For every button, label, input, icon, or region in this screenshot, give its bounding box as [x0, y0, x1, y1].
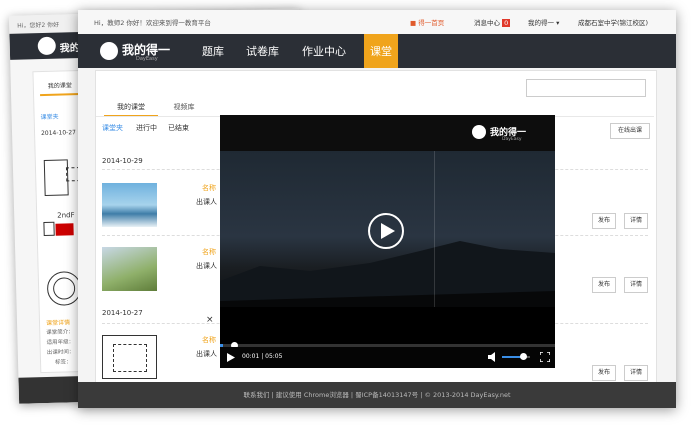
- home-link[interactable]: ■ 得一首页: [410, 17, 444, 27]
- back-detail-line-3: 出课时间：: [46, 349, 75, 356]
- video-split-line: [434, 151, 435, 307]
- back-date: 2014-10-27: [40, 129, 77, 138]
- nav-classroom[interactable]: 课堂: [364, 34, 398, 68]
- volume-track[interactable]: [502, 353, 530, 360]
- course-name-label-2: 名称: [202, 248, 216, 256]
- greeting-text: Hi，教师2 你好！欢迎来到得一教育平台: [94, 19, 211, 27]
- play-button[interactable]: [368, 213, 404, 249]
- nav-classroom-label: 课堂: [370, 45, 392, 58]
- thumbnail-figure: [113, 344, 147, 372]
- course-author-label-3: 出课人: [196, 350, 217, 358]
- video-header: 我的得一 DayEasy: [220, 115, 555, 151]
- footer: 联系我们 | 建议使用 Chrome浏览器 | 蜀ICP备14013147号 |…: [78, 382, 676, 408]
- play-small-icon[interactable]: [227, 353, 235, 362]
- video-logo-subtext: DayEasy: [502, 137, 522, 142]
- course-thumbnail-3[interactable]: [102, 335, 157, 379]
- filter-finished[interactable]: 已结束: [168, 123, 189, 133]
- filter-folder[interactable]: 课堂夹: [102, 123, 123, 133]
- nav-question-bank[interactable]: 题库: [202, 43, 224, 59]
- video-controls: 00:01 | 05:05: [220, 347, 555, 368]
- publish-button-1[interactable]: 发布: [592, 213, 616, 229]
- date-label-2: 2014-10-27: [102, 309, 143, 317]
- course-name-label-3: 名称: [202, 336, 216, 344]
- message-center-link[interactable]: 消息中心 0: [474, 17, 511, 27]
- course-author-label-1: 出课人: [196, 198, 217, 206]
- fullscreen-icon[interactable]: [540, 352, 550, 362]
- my-deyi-menu[interactable]: 我的得一 ▾: [528, 17, 559, 27]
- publish-button-3[interactable]: 发布: [592, 365, 616, 381]
- nav-paper-bank[interactable]: 试卷库: [246, 43, 279, 59]
- online-class-button[interactable]: 在线出课: [610, 123, 650, 139]
- nav-homework-center[interactable]: 作业中心: [302, 43, 346, 59]
- back-detail-link[interactable]: 课堂详情: [46, 317, 70, 327]
- date-label-1: 2014-10-29: [102, 157, 143, 165]
- search-input[interactable]: [526, 79, 646, 97]
- video-logo-icon: [472, 125, 486, 139]
- course-name-label-1: 名称: [202, 184, 216, 192]
- course-thumbnail-1[interactable]: [102, 183, 157, 227]
- logo-subtext: DayEasy: [136, 56, 158, 62]
- tab-my-classroom[interactable]: 我的课堂: [104, 99, 158, 117]
- back-figure-2: [43, 221, 55, 237]
- logo-icon: [100, 42, 118, 60]
- back-detail-line-2: 适用年级：: [46, 339, 75, 346]
- detail-button-3[interactable]: 详情: [624, 365, 648, 381]
- detail-button-2[interactable]: 详情: [624, 277, 648, 293]
- video-player[interactable]: 我的得一 DayEasy 00:01 | 05:05: [220, 115, 555, 368]
- publish-button-2[interactable]: 发布: [592, 277, 616, 293]
- back-tab-my-class[interactable]: 我的课堂: [39, 79, 81, 97]
- filter-ongoing[interactable]: 进行中: [136, 123, 157, 133]
- video-time: 00:01 | 05:05: [242, 353, 283, 360]
- play-icon: [381, 223, 395, 239]
- detail-button-1[interactable]: 详情: [624, 213, 648, 229]
- back-figure-1: [43, 159, 69, 196]
- course-author-label-2: 出课人: [196, 262, 217, 270]
- back-figure-red: [55, 223, 74, 236]
- back-math-text: 2ndF: [57, 211, 75, 220]
- back-filter[interactable]: 课堂夹: [41, 112, 59, 121]
- back-greeting: Hi，您好2 你好: [17, 21, 60, 30]
- nav-bar: 我的得一 DayEasy 题库 试卷库 作业中心 课堂: [78, 34, 676, 68]
- back-detail-line-4: 标签：: [54, 359, 72, 366]
- course-thumbnail-2[interactable]: [102, 247, 157, 291]
- volume-icon[interactable]: [488, 352, 498, 362]
- tab-video-library[interactable]: 视频库: [164, 99, 204, 115]
- top-bar: Hi，教师2 你好！欢迎来到得一教育平台 ■ 得一首页 消息中心 0 我的得一 …: [78, 10, 676, 35]
- school-name: 成都石室中学(锦江校区): [578, 19, 649, 27]
- back-logo-icon: [37, 36, 57, 56]
- volume-knob[interactable]: [520, 353, 527, 360]
- back-detail-line-1: 课堂简介：: [46, 329, 74, 336]
- message-count-badge: 0: [502, 19, 511, 27]
